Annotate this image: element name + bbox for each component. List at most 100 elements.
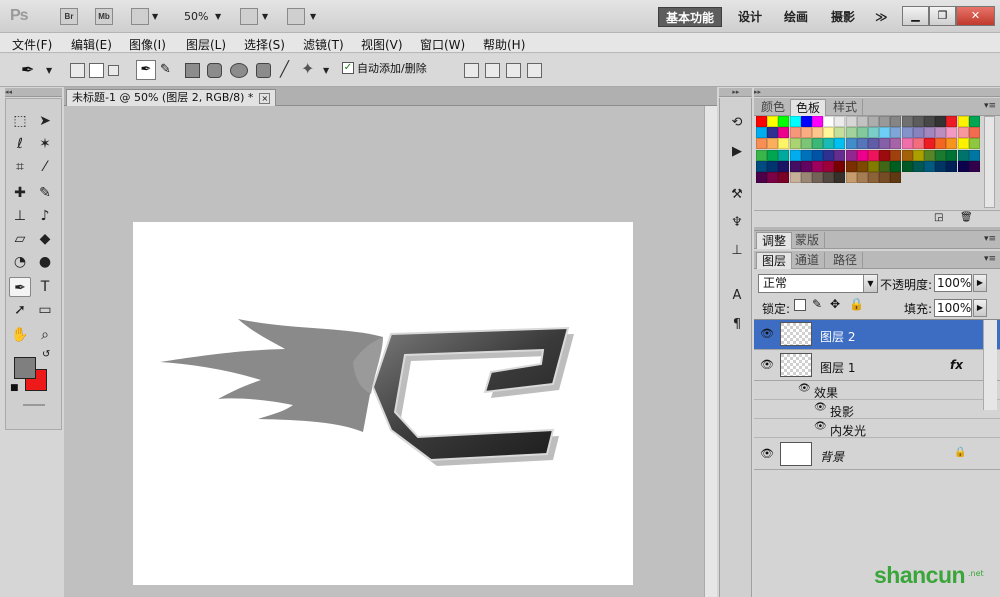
color-swatch[interactable] [946, 138, 958, 150]
tab-masks[interactable]: 蒙版 [790, 232, 826, 249]
rectangle-tool-icon[interactable] [185, 63, 200, 78]
color-swatch[interactable] [756, 138, 767, 150]
color-swatch[interactable] [957, 116, 969, 127]
chevron-down-icon[interactable]: ▼ [310, 12, 316, 21]
color-swatch[interactable] [924, 149, 935, 161]
color-swatch[interactable] [924, 127, 935, 139]
visibility-eye-icon[interactable]: 👁 [814, 402, 827, 413]
color-swatch[interactable] [823, 160, 835, 172]
color-swatch[interactable] [856, 116, 868, 127]
color-swatch[interactable] [834, 172, 846, 183]
visibility-eye-icon[interactable]: 👁 [759, 357, 775, 373]
iconstrip-header[interactable]: ▸▸ [719, 88, 752, 97]
color-swatch[interactable] [789, 138, 801, 150]
tab-channels[interactable]: 通道 [790, 252, 826, 269]
color-swatch[interactable] [800, 127, 812, 139]
combine-shapes-icon[interactable] [464, 63, 479, 78]
document-vertical-scrollbar[interactable] [704, 106, 717, 597]
color-swatch[interactable] [778, 172, 790, 183]
visibility-eye-icon[interactable]: 👁 [814, 421, 827, 432]
menu-image[interactable]: 图像(I) [129, 36, 166, 53]
paths-mode-icon[interactable] [89, 63, 104, 78]
view-extras-icon[interactable] [131, 8, 149, 25]
color-swatch[interactable] [823, 172, 835, 183]
color-swatch[interactable] [856, 172, 868, 183]
color-swatch[interactable] [778, 149, 790, 161]
color-swatch[interactable] [935, 160, 947, 172]
color-swatch[interactable] [767, 172, 779, 183]
workspace-photo-button[interactable]: 摄影 [831, 7, 855, 27]
color-swatch[interactable] [812, 160, 823, 172]
tab-paths[interactable]: 路径 [828, 252, 864, 269]
zoom-level[interactable]: 50% [184, 10, 208, 23]
color-swatch[interactable] [834, 138, 846, 150]
chevron-right-icon[interactable]: ▶ [973, 299, 987, 317]
blend-mode-select[interactable]: 正常 ▼ [758, 274, 878, 293]
eyedropper-icon[interactable]: ⁄ [34, 157, 56, 177]
color-swatch[interactable] [901, 138, 913, 150]
chevron-down-icon[interactable]: ▼ [323, 66, 329, 75]
right-panels-header[interactable]: ▸▸ [754, 88, 1000, 97]
swatches-scrollbar[interactable] [984, 116, 995, 208]
dodge-tool-icon[interactable]: ● [34, 252, 56, 272]
color-swatch[interactable] [767, 138, 779, 150]
clone-source-icon[interactable]: ♆ [728, 214, 746, 232]
color-swatch[interactable] [767, 149, 779, 161]
delete-swatch-icon[interactable]: 🗑 [960, 212, 973, 223]
menu-file[interactable]: 文件(F) [12, 36, 52, 53]
effect-row-inner-glow[interactable]: 👁 内发光 [754, 420, 1000, 438]
layer-row-background[interactable]: 👁 背景 🔒 [754, 440, 1000, 470]
color-swatch[interactable] [856, 138, 868, 150]
chevron-down-icon[interactable]: ▼ [262, 12, 268, 21]
color-swatch[interactable] [879, 160, 891, 172]
clone-stamp-icon[interactable]: ⊥ [9, 206, 31, 226]
color-swatch[interactable] [946, 127, 958, 139]
tab-styles[interactable]: 样式 [828, 99, 864, 116]
color-swatch[interactable] [968, 149, 980, 161]
color-swatch[interactable] [845, 138, 857, 150]
mini-bridge-button[interactable]: Mb [95, 8, 113, 25]
color-swatch[interactable] [968, 116, 980, 127]
tab-adjustments[interactable]: 调整 [756, 232, 793, 249]
paint-bucket-icon[interactable]: ◆ [34, 229, 56, 249]
color-swatch[interactable] [968, 127, 980, 139]
history-brush-icon[interactable]: ♪ [34, 206, 56, 226]
chevron-down-icon[interactable]: ▼ [152, 12, 158, 21]
color-swatch[interactable] [789, 172, 801, 183]
chevron-down-icon[interactable]: ▼ [863, 275, 877, 292]
crop-tool-icon[interactable]: ⌗ [9, 157, 31, 177]
color-swatch[interactable] [901, 127, 913, 139]
freeform-pen-icon[interactable]: ✎ [160, 62, 171, 77]
color-swatch[interactable] [812, 127, 823, 139]
fill-input[interactable]: 100% [934, 299, 972, 317]
foreground-color-swatch[interactable] [14, 357, 36, 379]
color-swatch[interactable] [778, 160, 790, 172]
color-swatch[interactable] [924, 160, 935, 172]
layer-row-layer1[interactable]: 👁 图层 1 fx [754, 351, 1000, 381]
menu-edit[interactable]: 编辑(E) [71, 36, 112, 53]
hand-tool-icon[interactable]: ✋ [9, 325, 31, 345]
color-swatch[interactable] [800, 172, 812, 183]
color-swatch[interactable] [912, 160, 924, 172]
workspace-basic-button[interactable]: 基本功能 [658, 7, 722, 27]
brush-tool-icon[interactable]: ✎ [34, 183, 56, 203]
menu-help[interactable]: 帮助(H) [483, 36, 525, 53]
type-tool-icon[interactable]: T [34, 277, 56, 297]
screen-mode-icon[interactable] [287, 8, 305, 25]
color-swatch[interactable] [789, 160, 801, 172]
color-swatch[interactable] [924, 116, 935, 127]
color-swatch[interactable] [901, 116, 913, 127]
color-swatch[interactable] [912, 127, 924, 139]
color-swatch[interactable] [890, 138, 902, 150]
color-swatch[interactable] [845, 172, 857, 183]
color-swatch[interactable] [756, 172, 767, 183]
color-swatch[interactable] [856, 160, 868, 172]
chevron-right-icon[interactable]: ▶ [973, 274, 987, 292]
menu-filter[interactable]: 滤镜(T) [303, 36, 344, 53]
color-swatch[interactable] [767, 160, 779, 172]
new-swatch-icon[interactable]: ◲ [934, 212, 943, 223]
blur-tool-icon[interactable]: ◔ [9, 252, 31, 272]
paragraph-panel-icon[interactable]: ¶ [728, 316, 746, 334]
color-swatch[interactable] [845, 116, 857, 127]
magic-wand-icon[interactable]: ✶ [34, 134, 56, 154]
